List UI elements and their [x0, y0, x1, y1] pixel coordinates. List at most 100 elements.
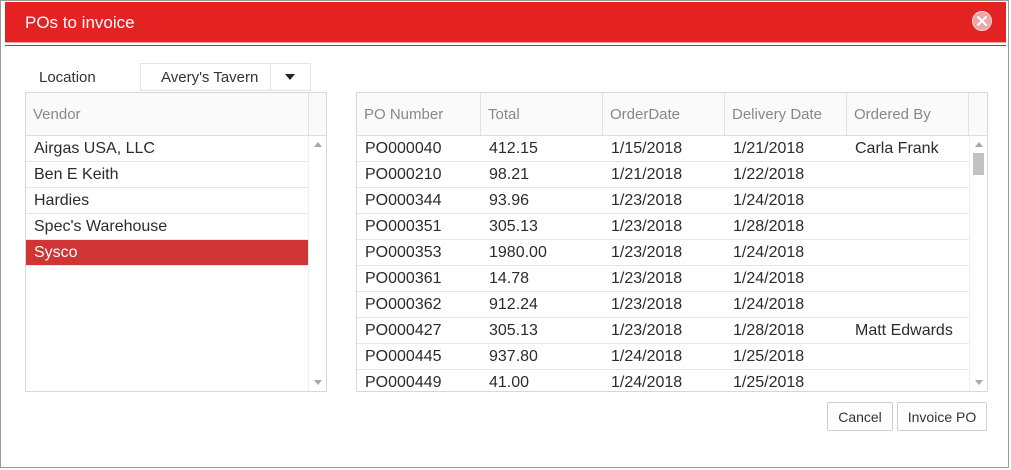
- order-date-cell: 1/23/2018: [611, 270, 683, 287]
- ordered-by-cell: [847, 370, 855, 391]
- delivery-date-cell: 1/24/2018: [733, 244, 805, 261]
- po-row[interactable]: PO000040 412.15 1/15/2018 1/21/2018 Carla Fr…: [357, 136, 970, 162]
- delivery-date-cell: 1/24/2018: [733, 270, 805, 287]
- location-label: Location: [39, 69, 96, 86]
- po-number-cell: PO000445: [365, 348, 442, 365]
- order-date-cell: 1/24/2018: [611, 374, 683, 391]
- total-cell: 937.80: [489, 348, 538, 365]
- vendor-grid: Vendor Airgas USA, LLC Ben E Keith Hardies…: [25, 92, 327, 392]
- po-row[interactable]: PO000210 98.21 1/21/2018 1/22/2018: [357, 162, 970, 188]
- close-button[interactable]: [972, 11, 992, 31]
- cancel-button[interactable]: Cancel: [827, 402, 893, 431]
- po-scrollbar[interactable]: [969, 136, 987, 391]
- ordered-by-cell: [847, 214, 855, 239]
- vendor-name: Sysco: [34, 244, 78, 261]
- ordered-by-cell: [847, 162, 855, 187]
- scroll-up-icon[interactable]: [975, 142, 983, 147]
- ordered-by-cell: [847, 292, 855, 317]
- order-date-cell: 1/23/2018: [611, 192, 683, 209]
- vendor-scrollbar[interactable]: [308, 136, 326, 391]
- po-row[interactable]: PO000353 1980.00 1/23/2018 1/24/2018: [357, 240, 970, 266]
- po-number-cell: PO000040: [365, 140, 442, 157]
- vendor-rows: Airgas USA, LLC Ben E Keith Hardies Spec's …: [26, 136, 309, 391]
- delivery-date-cell: 1/25/2018: [733, 374, 805, 391]
- po-number-cell: PO000361: [365, 270, 442, 287]
- ordered-by-cell: [847, 188, 855, 213]
- po-number-column-header[interactable]: PO Number: [357, 93, 481, 135]
- ordered-by-cell: [847, 266, 855, 291]
- location-dropdown-toggle[interactable]: [270, 64, 310, 90]
- order-date-cell: 1/23/2018: [611, 244, 683, 261]
- dialog-title-bar: POs to invoice: [5, 2, 1006, 43]
- po-row[interactable]: PO000445 937.80 1/24/2018 1/25/2018: [357, 344, 970, 370]
- vendor-column-header[interactable]: Vendor: [26, 93, 309, 135]
- scroll-down-icon[interactable]: [314, 380, 322, 385]
- location-value: Avery's Tavern: [161, 69, 259, 86]
- total-cell: 912.24: [489, 296, 538, 313]
- scroll-up-icon[interactable]: [314, 142, 322, 147]
- total-cell: 1980.00: [489, 244, 547, 261]
- order-date-cell: 1/21/2018: [611, 166, 683, 183]
- vendor-row[interactable]: Sysco: [26, 240, 309, 266]
- order-date-column-header[interactable]: OrderDate: [603, 93, 725, 135]
- po-row[interactable]: PO000427 305.13 1/23/2018 1/28/2018 Matt Edw…: [357, 318, 970, 344]
- delivery-date-cell: 1/24/2018: [733, 192, 805, 209]
- ordered-by-cell: Carla Frank: [855, 140, 939, 157]
- total-cell: 305.13: [489, 322, 538, 339]
- order-date-cell: 1/24/2018: [611, 348, 683, 365]
- pos-to-invoice-dialog: POs to invoice Location Avery's Tavern V…: [0, 0, 1009, 468]
- delivery-date-cell: 1/21/2018: [733, 140, 805, 157]
- po-number-cell: PO000210: [365, 166, 442, 183]
- vendor-row[interactable]: Spec's Warehouse: [26, 214, 309, 240]
- vendor-row[interactable]: Airgas USA, LLC: [26, 136, 309, 162]
- scroll-thumb[interactable]: [973, 153, 984, 175]
- order-date-cell: 1/23/2018: [611, 296, 683, 313]
- vendor-grid-header: Vendor: [26, 93, 326, 136]
- po-grid: PO Number Total OrderDate Delivery Date …: [356, 92, 988, 392]
- vendor-row[interactable]: Hardies: [26, 188, 309, 214]
- po-number-cell: PO000427: [365, 322, 442, 339]
- dialog-title: POs to invoice: [25, 13, 135, 32]
- delivery-date-cell: 1/24/2018: [733, 296, 805, 313]
- vendor-row[interactable]: Ben E Keith: [26, 162, 309, 188]
- ordered-by-column-header[interactable]: Ordered By: [847, 93, 969, 135]
- location-dropdown[interactable]: Avery's Tavern: [140, 63, 311, 91]
- vendor-name: Hardies: [34, 192, 90, 209]
- caret-down-icon: [285, 74, 295, 80]
- vendor-name: Airgas USA, LLC: [34, 140, 155, 157]
- po-grid-header: PO Number Total OrderDate Delivery Date …: [357, 93, 987, 136]
- po-number-cell: PO000351: [365, 218, 442, 235]
- ordered-by-cell: [847, 344, 855, 369]
- ordered-by-cell: Matt Edwards: [855, 322, 953, 339]
- delivery-date-cell: 1/22/2018: [733, 166, 805, 183]
- po-number-cell: PO000344: [365, 192, 442, 209]
- po-number-cell: PO000449: [365, 374, 442, 391]
- po-row[interactable]: PO000351 305.13 1/23/2018 1/28/2018: [357, 214, 970, 240]
- po-row[interactable]: PO000344 93.96 1/23/2018 1/24/2018: [357, 188, 970, 214]
- delivery-date-cell: 1/28/2018: [733, 322, 805, 339]
- vendor-name: Spec's Warehouse: [34, 218, 168, 235]
- po-rows: PO000040 412.15 1/15/2018 1/21/2018 Carla Fr…: [357, 136, 970, 391]
- order-date-cell: 1/23/2018: [611, 322, 683, 339]
- total-cell: 14.78: [489, 270, 530, 287]
- delivery-date-column-header[interactable]: Delivery Date: [725, 93, 847, 135]
- po-row[interactable]: PO000362 912.24 1/23/2018 1/24/2018: [357, 292, 970, 318]
- total-cell: 412.15: [489, 140, 538, 157]
- scroll-down-icon[interactable]: [975, 380, 983, 385]
- po-row[interactable]: PO000449 41.00 1/24/2018 1/25/2018: [357, 370, 970, 391]
- total-column-header[interactable]: Total: [481, 93, 603, 135]
- total-cell: 305.13: [489, 218, 538, 235]
- po-row[interactable]: PO000361 14.78 1/23/2018 1/24/2018: [357, 266, 970, 292]
- total-cell: 98.21: [489, 166, 530, 183]
- order-date-cell: 1/23/2018: [611, 218, 683, 235]
- vendor-name: Ben E Keith: [34, 166, 119, 183]
- delivery-date-cell: 1/28/2018: [733, 218, 805, 235]
- ordered-by-cell: [847, 240, 855, 265]
- invoice-po-button[interactable]: Invoice PO: [897, 402, 987, 431]
- total-cell: 93.96: [489, 192, 530, 209]
- order-date-cell: 1/15/2018: [611, 140, 683, 157]
- po-number-cell: PO000353: [365, 244, 442, 261]
- close-icon: [977, 16, 987, 26]
- delivery-date-cell: 1/25/2018: [733, 348, 805, 365]
- total-cell: 41.00: [489, 374, 530, 391]
